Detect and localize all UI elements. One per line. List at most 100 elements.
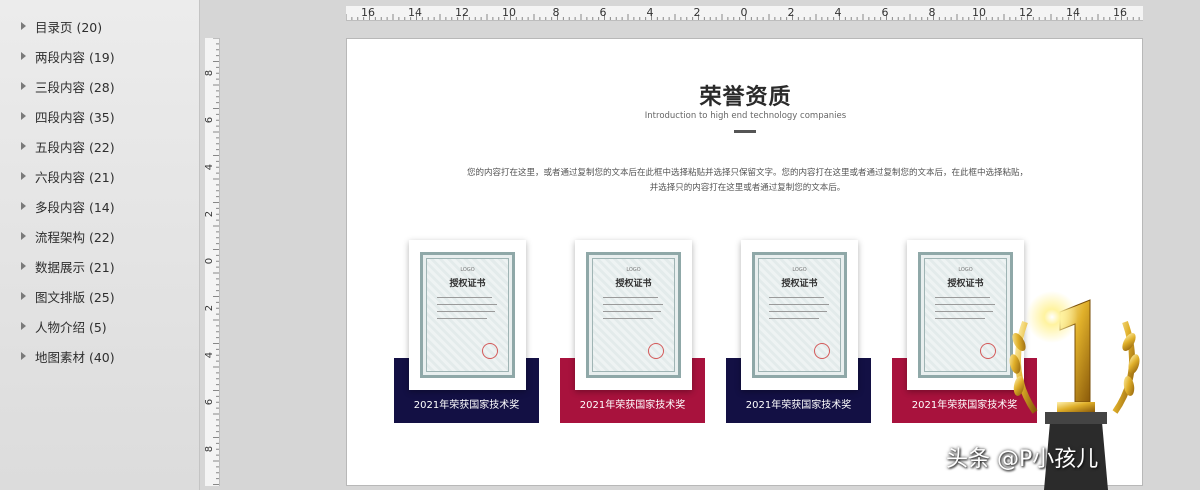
certificate-pattern: LOGO 授权证书	[758, 258, 841, 372]
expand-arrow-icon[interactable]	[21, 322, 26, 330]
outline-panel: 目录页 (20) 两段内容 (19) 三段内容 (28) 四段内容 (35) 五…	[0, 0, 200, 490]
ruler-label: 2	[204, 210, 216, 218]
outline-item-label: 流程架构 (22)	[35, 229, 115, 245]
ruler-label: 4	[834, 6, 842, 19]
ruler-label: 12	[1019, 6, 1033, 19]
outline-item-label: 数据展示 (21)	[35, 259, 115, 275]
outline-item-maps[interactable]: 地图素材 (40)	[21, 346, 115, 366]
certificate-frame: LOGO 授权证书	[752, 252, 847, 378]
slide-subtitle[interactable]: Introduction to high end technology comp…	[347, 111, 1142, 121]
outline-item-label: 目录页 (20)	[35, 19, 103, 35]
certificate-seal-icon	[482, 343, 498, 359]
expand-arrow-icon[interactable]	[21, 142, 26, 150]
ruler-label: 8	[204, 445, 216, 453]
certificate-text-line	[769, 297, 824, 298]
ruler-label: 6	[599, 6, 607, 19]
outline-item-two-sections[interactable]: 两段内容 (19)	[21, 46, 115, 66]
ruler-label: 10	[502, 6, 516, 19]
certificate-text-line	[437, 318, 487, 319]
expand-arrow-icon[interactable]	[21, 352, 26, 360]
outline-item-label: 五段内容 (22)	[35, 139, 115, 155]
award-caption[interactable]: 2021年荣获国家技术奖	[560, 396, 705, 411]
outline-item-label: 人物介绍 (5)	[35, 319, 107, 335]
expand-arrow-icon[interactable]	[21, 232, 26, 240]
certificate-logo: LOGO	[460, 267, 475, 273]
certificate-pattern: LOGO 授权证书	[592, 258, 675, 372]
ruler-label: 10	[972, 6, 986, 19]
watermark-text: 头条 @P小孩儿	[946, 447, 1099, 472]
certificate-logo: LOGO	[958, 267, 973, 273]
certificate-text-line	[437, 297, 492, 298]
ruler-label: 12	[455, 6, 469, 19]
expand-arrow-icon[interactable]	[21, 52, 26, 60]
horizontal-ruler[interactable]: 16 14 12 10 8 6 4 2 0 2 4 6 8 10 12 14 1…	[346, 6, 1143, 21]
outline-item-label: 四段内容 (35)	[35, 109, 115, 125]
ruler-label: 0	[204, 257, 216, 265]
expand-arrow-icon[interactable]	[21, 112, 26, 120]
outline-item-label: 三段内容 (28)	[35, 79, 115, 95]
ruler-label: 6	[204, 398, 216, 406]
outline-item-label: 地图素材 (40)	[35, 349, 115, 365]
ruler-label: 6	[204, 116, 216, 124]
outline-item-data[interactable]: 数据展示 (21)	[21, 256, 115, 276]
slide-title[interactable]: 荣誉资质	[347, 79, 1142, 111]
outline-item-people[interactable]: 人物介绍 (5)	[21, 316, 107, 336]
title-divider	[734, 130, 756, 133]
certificate-text-line	[603, 318, 653, 319]
ruler-label: 4	[204, 163, 216, 171]
certificate-title: 授权证书	[449, 279, 486, 289]
outline-item-five-sections[interactable]: 五段内容 (22)	[21, 136, 115, 156]
certificate-pattern: LOGO 授权证书	[426, 258, 509, 372]
certificate-text-line	[437, 304, 497, 305]
ruler-label: 4	[204, 351, 216, 359]
certificate-logo: LOGO	[792, 267, 807, 273]
certificate-logo: LOGO	[626, 267, 641, 273]
certificate-text-line	[437, 311, 495, 312]
outline-item-three-sections[interactable]: 三段内容 (28)	[21, 76, 115, 96]
certificate-seal-icon	[980, 343, 996, 359]
expand-arrow-icon[interactable]	[21, 262, 26, 270]
certificate-text-line	[769, 311, 827, 312]
certificate-title: 授权证书	[781, 279, 818, 289]
outline-item-toc[interactable]: 目录页 (20)	[21, 16, 102, 36]
expand-arrow-icon[interactable]	[21, 82, 26, 90]
certificate-image[interactable]: LOGO 授权证书	[741, 240, 858, 390]
certificate-image[interactable]: LOGO 授权证书	[409, 240, 526, 390]
certificate-text-line	[603, 304, 663, 305]
outline-item-image-text[interactable]: 图文排版 (25)	[21, 286, 115, 306]
award-caption[interactable]: 2021年荣获国家技术奖	[726, 396, 871, 411]
ruler-label: 8	[552, 6, 560, 19]
outline-item-multi-sections[interactable]: 多段内容 (14)	[21, 196, 115, 216]
ruler-label: 2	[787, 6, 795, 19]
certificate-title: 授权证书	[947, 279, 984, 289]
certificate-text-line	[769, 304, 829, 305]
award-caption[interactable]: 2021年荣获国家技术奖	[394, 396, 539, 411]
certificate-text-line	[935, 318, 985, 319]
certificate-text-line	[769, 318, 819, 319]
certificate-seal-icon	[648, 343, 664, 359]
certificate-text-line	[935, 304, 995, 305]
slide-body-text[interactable]: 您的内容打在这里，或者通过复制您的文本后在此框中选择粘贴并选择只保留文字。您的内…	[465, 166, 1030, 196]
outline-item-label: 两段内容 (19)	[35, 49, 115, 65]
outline-item-six-sections[interactable]: 六段内容 (21)	[21, 166, 115, 186]
ruler-label: 0	[740, 6, 748, 19]
expand-arrow-icon[interactable]	[21, 172, 26, 180]
expand-arrow-icon[interactable]	[21, 292, 26, 300]
ruler-label: 16	[1113, 6, 1127, 19]
outline-item-four-sections[interactable]: 四段内容 (35)	[21, 106, 115, 126]
ruler-label: 16	[361, 6, 375, 19]
outline-item-label: 图文排版 (25)	[35, 289, 115, 305]
certificate-text-line	[603, 297, 658, 298]
outline-item-flow[interactable]: 流程架构 (22)	[21, 226, 115, 246]
outline-item-label: 六段内容 (21)	[35, 169, 115, 185]
ruler-label: 4	[646, 6, 654, 19]
expand-arrow-icon[interactable]	[21, 202, 26, 210]
ruler-label: 2	[693, 6, 701, 19]
certificate-image[interactable]: LOGO 授权证书	[575, 240, 692, 390]
certificate-title: 授权证书	[615, 279, 652, 289]
ruler-label: 8	[204, 69, 216, 77]
certificate-frame: LOGO 授权证书	[918, 252, 1013, 378]
certificate-frame: LOGO 授权证书	[420, 252, 515, 378]
expand-arrow-icon[interactable]	[21, 22, 26, 30]
vertical-ruler[interactable]: 8 6 4 2 0 2 4 6 8	[204, 38, 220, 486]
